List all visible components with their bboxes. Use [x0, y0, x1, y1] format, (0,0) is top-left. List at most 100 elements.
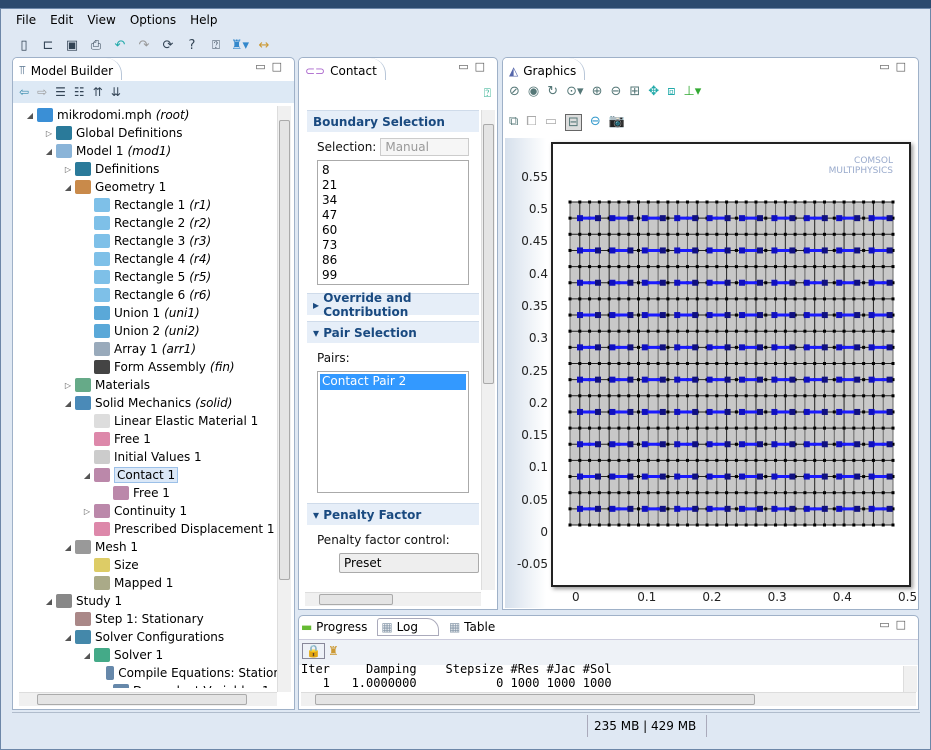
log-panel: ▬ Progress ▦ Log ▦ Table ▭□ 🔒 ♜ Iter Damp… — [298, 615, 919, 710]
mesh-vertex — [852, 491, 856, 495]
mesh-vertex — [803, 232, 807, 236]
selected-point — [821, 344, 828, 351]
mesh-vertex — [891, 232, 895, 236]
mesh-vertex — [656, 523, 660, 527]
selected-point — [641, 312, 648, 319]
mesh-vertex — [783, 200, 787, 204]
mesh-vertex — [754, 362, 758, 365]
mesh-vertex — [754, 232, 758, 236]
mesh-vertex — [676, 523, 680, 527]
mesh-vertex — [597, 523, 601, 527]
panel-controls[interactable]: ▭□ — [879, 618, 912, 631]
selected-point — [577, 344, 583, 351]
tab-progress[interactable]: ▬ Progress — [301, 620, 367, 634]
selected-point — [789, 505, 796, 512]
mesh-vertex — [656, 265, 660, 269]
mesh-vertex — [862, 523, 866, 527]
mesh-vertex — [774, 394, 778, 398]
mesh-vertex — [842, 297, 846, 301]
mesh-vertex — [588, 523, 592, 527]
mesh-vertex — [734, 362, 738, 365]
y-tick-label: 0.1 — [528, 460, 548, 475]
mesh-vertex — [607, 491, 611, 495]
mesh-vertex — [578, 297, 582, 301]
tab-log[interactable]: ▦ Log — [377, 618, 439, 636]
mesh-vertex — [695, 232, 699, 236]
mesh-vertex — [578, 491, 582, 495]
selected-point — [739, 279, 745, 286]
selected-point — [771, 473, 778, 480]
mesh-vertex — [568, 313, 572, 317]
selected-point — [789, 473, 796, 480]
selected-point — [868, 312, 875, 319]
mesh-vertex — [734, 475, 738, 479]
mesh-vertex — [637, 281, 641, 285]
mesh-vertex — [803, 329, 807, 333]
mesh-vertex — [832, 248, 836, 252]
mesh-vertex — [744, 491, 748, 495]
mesh-vertex — [715, 426, 719, 430]
selected-point — [609, 473, 616, 480]
selected-point — [595, 505, 601, 512]
selected-point — [595, 344, 601, 351]
selected-point — [595, 215, 601, 222]
selected-point — [595, 408, 601, 415]
selected-point — [609, 312, 616, 319]
mesh-vertex — [607, 200, 611, 204]
mesh-vertex — [715, 458, 719, 462]
selected-point — [627, 312, 634, 319]
clear-log-icon[interactable]: ♜ — [328, 644, 339, 658]
mesh-vertex — [637, 378, 641, 382]
selected-point — [577, 473, 583, 480]
mesh-vertex — [871, 362, 875, 365]
mesh-vertex — [754, 200, 758, 204]
mesh-vertex — [764, 507, 768, 511]
y-tick-label: 0 — [540, 525, 548, 539]
mesh-vertex — [822, 200, 826, 204]
y-tick-label: 0.4 — [528, 266, 548, 281]
mesh-vertex — [705, 523, 709, 527]
selected-point — [757, 312, 763, 319]
selected-point — [886, 441, 893, 448]
log-icon: ▦ — [381, 620, 393, 634]
selected-point — [706, 505, 713, 512]
selected-point — [627, 473, 634, 480]
selected-point — [886, 408, 893, 415]
log-horizontal-scrollbar[interactable] — [301, 692, 916, 706]
mesh-vertex — [871, 297, 875, 301]
selected-point — [854, 279, 861, 286]
mesh-vertex — [656, 232, 660, 236]
mesh-vertex — [774, 265, 778, 269]
mesh-vertex — [617, 458, 621, 462]
mesh-vertex — [597, 232, 601, 236]
mesh-vertex — [685, 232, 689, 236]
mesh-vertex — [617, 329, 621, 333]
selected-point — [771, 344, 778, 351]
mesh-vertex — [695, 362, 699, 365]
mesh-vertex — [891, 265, 895, 269]
tab-table[interactable]: ▦ Table — [449, 620, 495, 634]
selected-point — [803, 312, 810, 319]
mesh-vertex — [891, 362, 895, 365]
y-tick-label: 0.45 — [521, 234, 548, 249]
scroll-lock-icon[interactable]: 🔒 — [302, 643, 325, 659]
mesh-vertex — [764, 458, 768, 462]
selected-point — [674, 408, 681, 415]
mesh-vertex — [637, 475, 641, 479]
x-tick-label: 0.2 — [702, 590, 722, 604]
selected-point — [595, 312, 601, 319]
mesh-vertex — [793, 491, 797, 495]
mesh-vertex — [725, 200, 729, 204]
mesh-vertex — [685, 200, 689, 204]
mesh-vertex — [666, 200, 670, 204]
mesh-vertex — [597, 426, 601, 430]
mesh-vertex — [803, 426, 807, 430]
mesh-vertex — [568, 297, 572, 301]
mesh-vertex — [666, 362, 670, 365]
mesh-vertex — [597, 329, 601, 333]
log-vertical-scrollbar[interactable] — [903, 666, 917, 692]
mesh-vertex — [646, 458, 650, 462]
mesh-vertex — [617, 200, 621, 204]
mesh-vertex — [617, 394, 621, 398]
mesh-vertex — [764, 523, 768, 527]
